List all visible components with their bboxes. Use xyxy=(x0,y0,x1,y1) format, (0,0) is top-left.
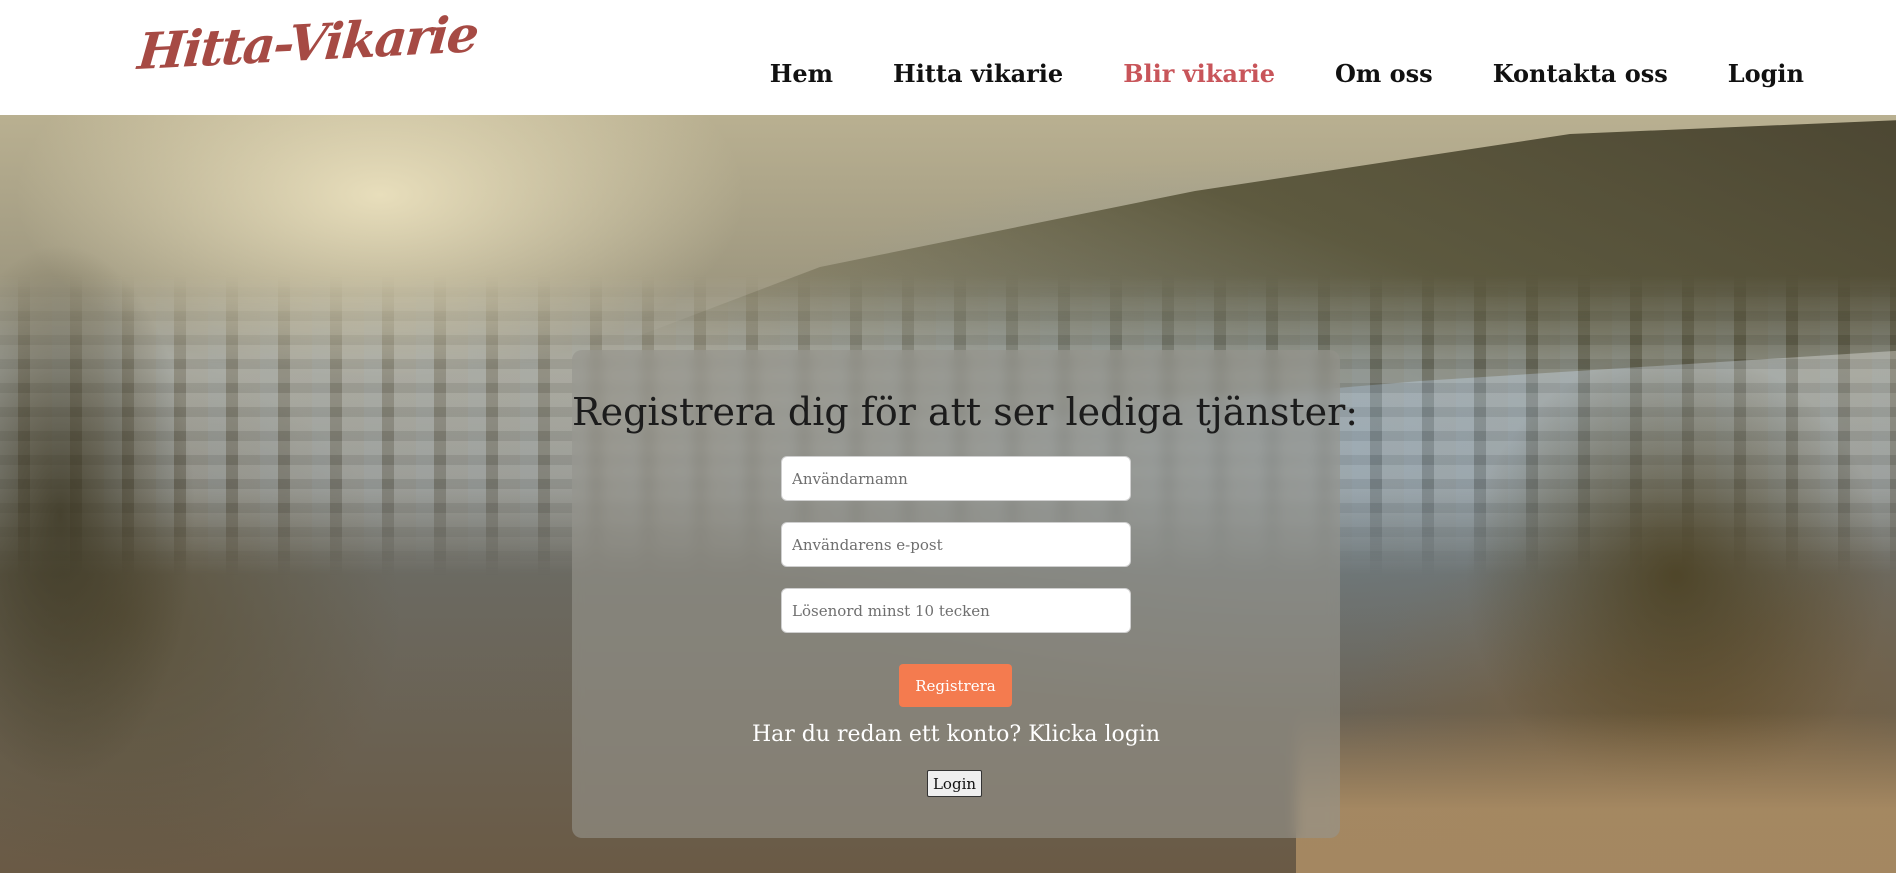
nav-item-login[interactable]: Login xyxy=(1728,59,1804,88)
nav-item-hitta-vikarie[interactable]: Hitta vikarie xyxy=(893,59,1063,88)
email-input[interactable] xyxy=(781,522,1131,567)
site-logo[interactable]: Hitta-Vikarie xyxy=(135,4,479,81)
nav-item-hem[interactable]: Hem xyxy=(770,59,833,88)
registration-card: Registrera dig för att ser lediga tjänst… xyxy=(572,350,1359,838)
register-button[interactable]: Registrera xyxy=(899,664,1012,707)
registration-title: Registrera dig för att ser lediga tjänst… xyxy=(572,390,1359,434)
site-header: Hitta-Vikarie Hem Hitta vikarie Blir vik… xyxy=(0,0,1896,115)
username-input[interactable] xyxy=(781,456,1131,501)
password-input[interactable] xyxy=(781,588,1131,633)
nav-item-blir-vikarie[interactable]: Blir vikarie xyxy=(1123,59,1275,88)
login-button[interactable]: Login xyxy=(927,770,982,797)
nav-item-om-oss[interactable]: Om oss xyxy=(1335,59,1433,88)
tree-left-decoration xyxy=(0,155,300,873)
nav-item-kontakta-oss[interactable]: Kontakta oss xyxy=(1493,59,1668,88)
already-have-account-text: Har du redan ett konto? Klicka login xyxy=(751,722,1161,747)
path-decoration xyxy=(1296,713,1896,873)
main-nav: Hem Hitta vikarie Blir vikarie Om oss Ko… xyxy=(770,59,1804,88)
